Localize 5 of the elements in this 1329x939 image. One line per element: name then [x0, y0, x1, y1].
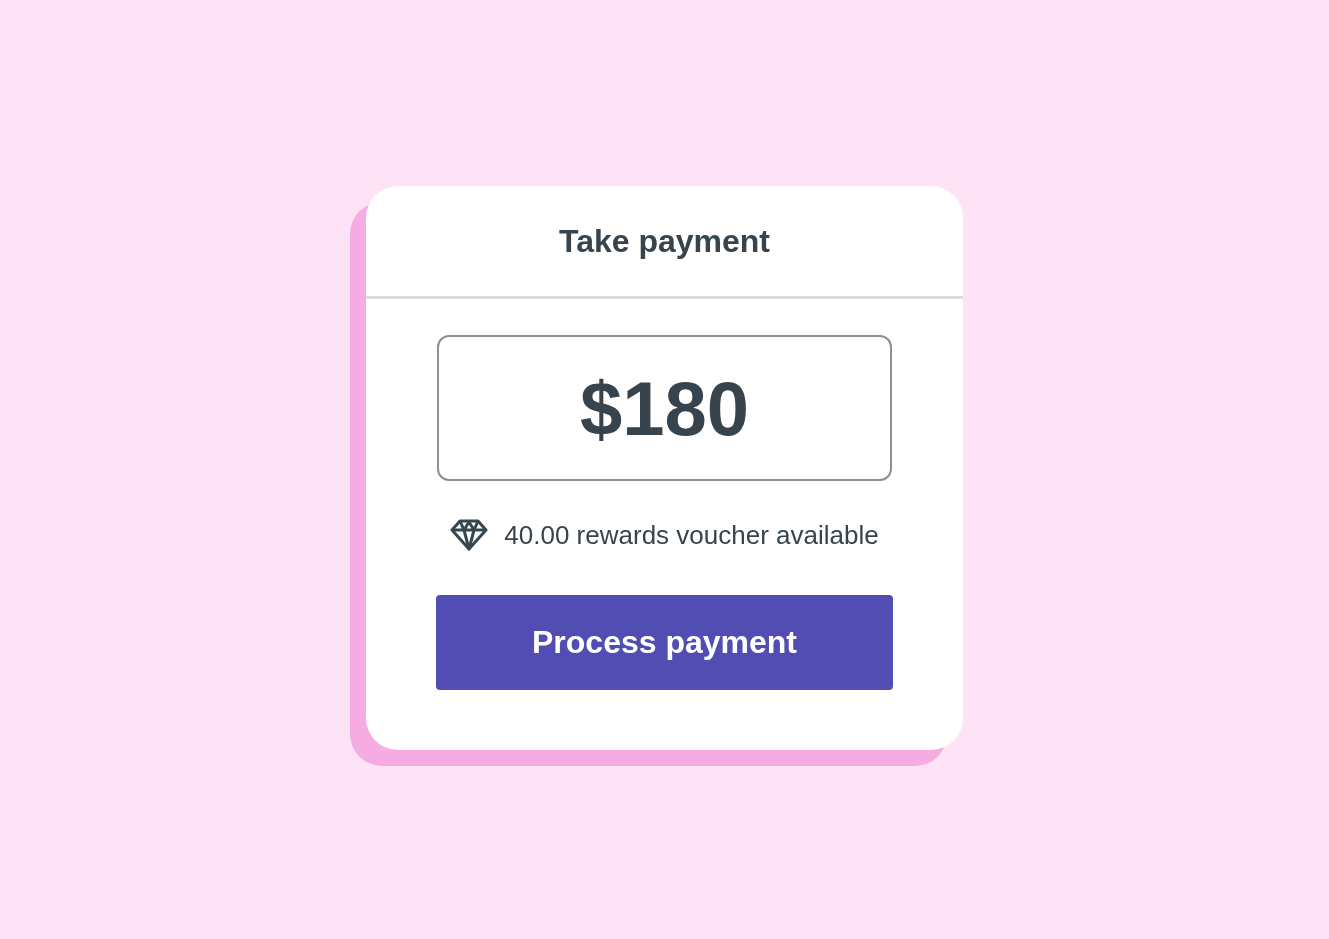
- process-payment-button[interactable]: Process payment: [436, 595, 893, 690]
- diamond-icon: [450, 519, 489, 551]
- rewards-text: 40.00 rewards voucher available: [504, 519, 879, 551]
- amount-field[interactable]: $180: [437, 335, 892, 481]
- card-title: Take payment: [558, 222, 770, 260]
